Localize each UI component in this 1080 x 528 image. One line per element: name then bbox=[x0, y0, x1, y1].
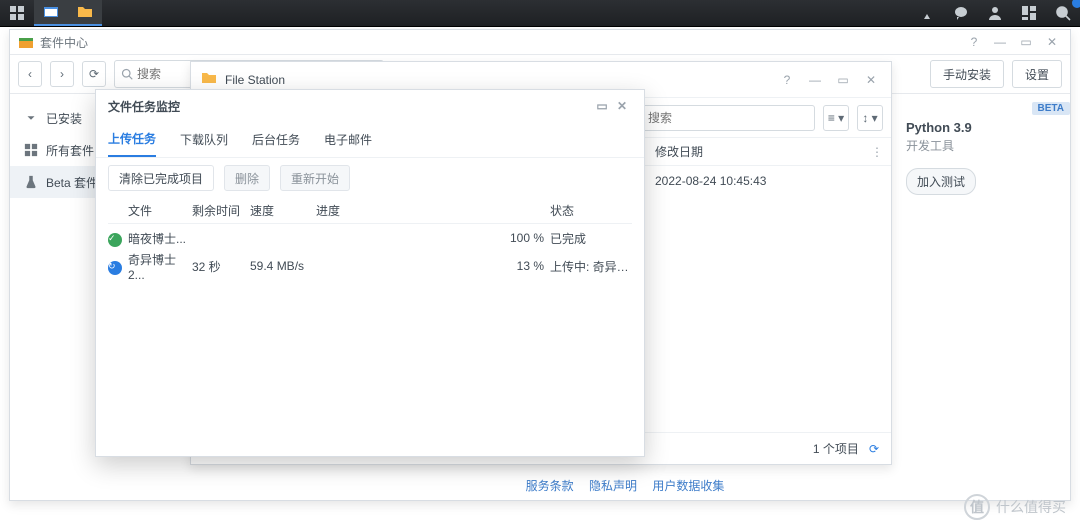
minimize-icon[interactable]: — bbox=[805, 70, 825, 90]
pin-icon[interactable] bbox=[910, 0, 944, 26]
done-icon: ✓ bbox=[108, 233, 122, 247]
progress-bar bbox=[316, 231, 506, 245]
list-view-button[interactable]: ≡ ▾ bbox=[823, 105, 849, 131]
restart-button[interactable]: 重新开始 bbox=[280, 165, 350, 191]
dialog-tabs: 上传任务 下载队列 后台任务 电子邮件 bbox=[96, 122, 644, 158]
back-button[interactable]: ‹ bbox=[18, 61, 42, 87]
download-icon bbox=[24, 111, 38, 125]
manual-install-button[interactable]: 手动安装 bbox=[930, 60, 1004, 88]
help-icon[interactable]: ? bbox=[777, 70, 797, 90]
user-icon[interactable] bbox=[978, 0, 1012, 26]
watermark: 值 什么值得买 bbox=[964, 494, 1066, 520]
tab-email[interactable]: 电子邮件 bbox=[324, 122, 372, 157]
col-date[interactable]: 修改日期 bbox=[655, 143, 879, 160]
terms-link[interactable]: 服务条款 bbox=[526, 479, 574, 493]
clear-completed-button[interactable]: 清除已完成项目 bbox=[108, 165, 214, 191]
fs-search-input[interactable]: ▾ bbox=[615, 105, 815, 131]
delete-button[interactable]: 删除 bbox=[224, 165, 270, 191]
task-row[interactable]: ✓ 暗夜博士... 100 % 已完成 bbox=[108, 224, 632, 252]
upload-icon: ↻ bbox=[108, 261, 122, 275]
close-icon[interactable]: ✕ bbox=[861, 70, 881, 90]
refresh-icon[interactable]: ⟳ bbox=[869, 442, 879, 456]
grid-icon bbox=[24, 143, 38, 157]
data-link[interactable]: 用户数据收集 bbox=[652, 479, 724, 493]
join-beta-button[interactable]: 加入测试 bbox=[906, 168, 976, 195]
search-icon bbox=[121, 68, 133, 80]
settings-button[interactable]: 设置 bbox=[1012, 60, 1062, 88]
app-card[interactable]: Python 3.9 开发工具 加入测试 bbox=[906, 120, 1052, 195]
close-icon[interactable]: ✕ bbox=[1042, 32, 1062, 52]
folder-icon[interactable] bbox=[68, 0, 102, 26]
window-title: File Station bbox=[225, 73, 769, 87]
item-count: 1 个项目 bbox=[813, 440, 859, 457]
app-name: Python 3.9 bbox=[906, 120, 1052, 135]
maximize-icon[interactable]: ▭ bbox=[1016, 32, 1036, 52]
privacy-link[interactable]: 隐私声明 bbox=[589, 479, 637, 493]
app-subtitle: 开发工具 bbox=[906, 137, 1052, 154]
os-taskbar bbox=[0, 0, 1080, 27]
refresh-button[interactable]: ⟳ bbox=[82, 61, 106, 87]
minimize-icon[interactable]: — bbox=[990, 32, 1010, 52]
apps-icon[interactable] bbox=[0, 0, 34, 26]
close-icon[interactable]: ✕ bbox=[612, 96, 632, 116]
maximize-icon[interactable]: ▭ bbox=[592, 96, 612, 116]
folder-icon bbox=[201, 70, 217, 89]
tab-upload[interactable]: 上传任务 bbox=[108, 122, 156, 157]
beta-icon bbox=[24, 175, 38, 189]
footer-links: 服务条款 隐私声明 用户数据收集 bbox=[180, 477, 1070, 494]
sort-button[interactable]: ↕ ▾ bbox=[857, 105, 883, 131]
package-center-icon bbox=[18, 34, 34, 50]
task-table-header: 文件 剩余时间 速度 进度 状态 bbox=[108, 198, 632, 224]
column-menu-icon[interactable]: ⋮ bbox=[871, 145, 883, 159]
maximize-icon[interactable]: ▭ bbox=[833, 70, 853, 90]
tab-background[interactable]: 后台任务 bbox=[252, 122, 300, 157]
watermark-icon: 值 bbox=[964, 494, 990, 520]
dashboard-icon[interactable] bbox=[1012, 0, 1046, 26]
beta-badge: BETA bbox=[1032, 102, 1070, 115]
help-icon[interactable]: ? bbox=[964, 32, 984, 52]
file-manager-icon[interactable] bbox=[34, 0, 68, 26]
progress-bar bbox=[316, 259, 506, 273]
task-row[interactable]: ↻ 奇异博士2... 32 秒 59.4 MB/s 13 % 上传中: 奇异博士… bbox=[108, 252, 632, 280]
tab-download[interactable]: 下载队列 bbox=[180, 122, 228, 157]
forward-button[interactable]: › bbox=[50, 61, 74, 87]
task-monitor-dialog: 文件任务监控 ▭ ✕ 上传任务 下载队列 后台任务 电子邮件 清除已完成项目 删… bbox=[95, 89, 645, 457]
search-icon[interactable] bbox=[1046, 0, 1080, 26]
dialog-title: 文件任务监控 bbox=[108, 98, 592, 115]
window-title: 套件中心 bbox=[40, 34, 958, 51]
chat-icon[interactable] bbox=[944, 0, 978, 26]
